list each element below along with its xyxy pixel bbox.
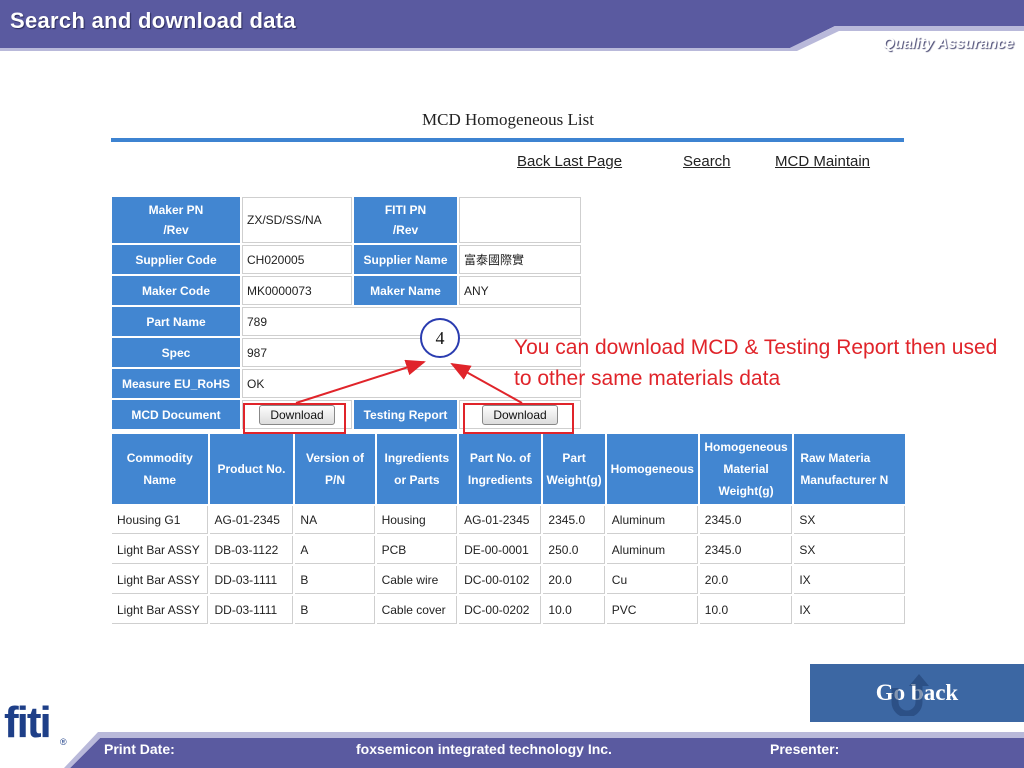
print-date-label: Print Date: — [104, 741, 175, 757]
registered-mark-icon: ® — [60, 737, 67, 747]
return-arrow-icon — [891, 674, 929, 716]
company-name: foxsemicon integrated technology Inc. — [356, 741, 612, 757]
presenter-label: Presenter: — [770, 741, 840, 757]
fiti-logo: fiti — [4, 698, 52, 747]
arrow-to-mcd-download — [295, 359, 426, 404]
callout-note: You can download MCD & Testing Report th… — [514, 336, 998, 390]
step-number-badge: 4 — [420, 318, 460, 358]
arrow-to-testing-download — [450, 363, 523, 404]
